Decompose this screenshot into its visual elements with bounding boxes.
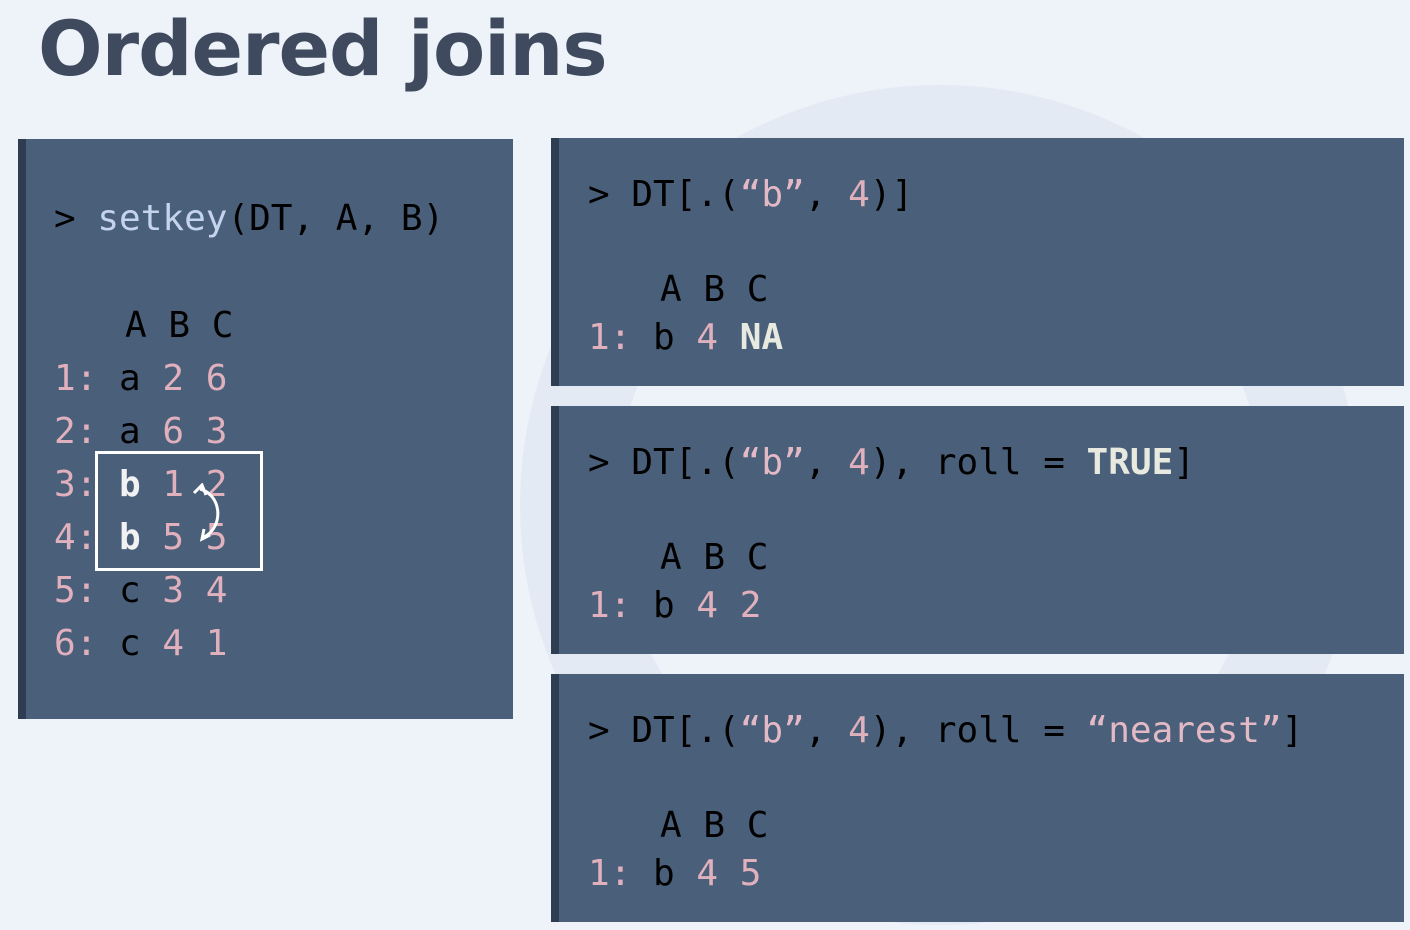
prompt: > bbox=[54, 198, 76, 239]
setkey-args: (DT, A, B) bbox=[227, 198, 445, 239]
result-header: A B C bbox=[660, 269, 769, 310]
result-header: A B C bbox=[660, 537, 769, 578]
page-title: Ordered joins bbox=[38, 4, 608, 93]
table-header: A B C bbox=[125, 305, 234, 346]
result-row: 1: b 4 2 bbox=[588, 585, 762, 626]
roll-true-command: > DT[.(“b”, 4), roll = TRUE] bbox=[588, 442, 1195, 483]
result-row: 1: b 4 NA bbox=[588, 317, 784, 358]
roll-nearest-command: > DT[.(“b”, 4), roll = “nearest”] bbox=[588, 710, 1304, 751]
result-row: 1: b 4 5 bbox=[588, 853, 762, 894]
setkey-function: setkey bbox=[97, 198, 228, 239]
table-row: 6: c 4 1 bbox=[54, 623, 228, 664]
table-row: 2: a 6 3 bbox=[54, 411, 228, 452]
highlight-box bbox=[95, 451, 263, 571]
lookup-command: > DT[.(“b”, 4)] bbox=[588, 174, 914, 215]
table-row: 5: c 3 4 bbox=[54, 570, 228, 611]
table-row: 1: a 2 6 bbox=[54, 358, 228, 399]
swap-arrow-icon bbox=[192, 483, 220, 542]
result-header: A B C bbox=[660, 805, 769, 846]
setkey-command: > setkey(DT, A, B) bbox=[54, 199, 444, 239]
